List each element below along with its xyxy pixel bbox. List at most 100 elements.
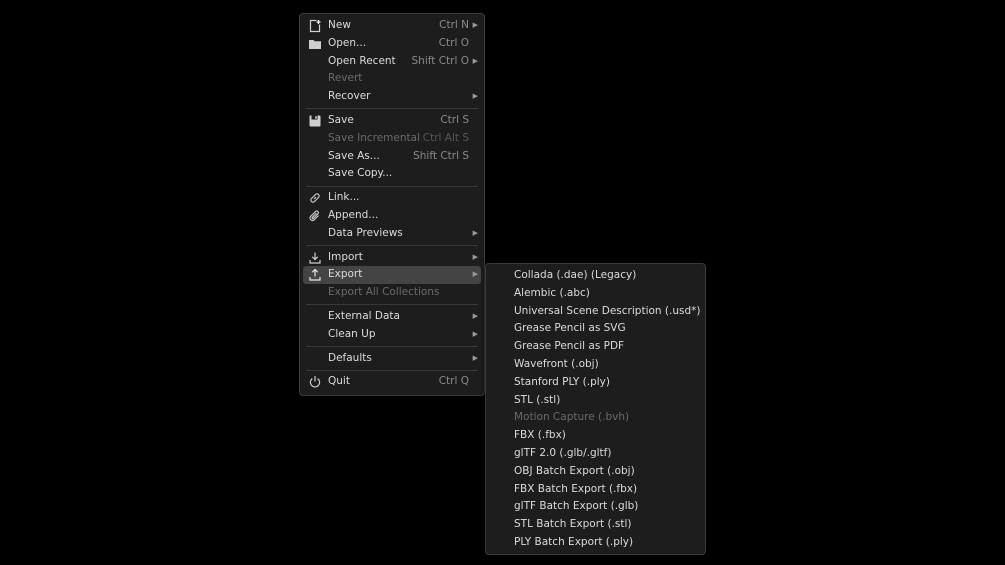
menu-item-label: FBX (.fbx) [514, 429, 566, 442]
menu-item-label: Export All Collections [328, 286, 440, 299]
export-item-stanford-ply-ply[interactable]: Stanford PLY (.ply) [489, 374, 702, 392]
menu-item-label: Stanford PLY (.ply) [514, 375, 610, 388]
submenu-arrow-icon: ▶ [472, 92, 478, 101]
export-item-alembic-abc[interactable]: Alembic (.abc) [489, 285, 702, 303]
export-item-gltf-2-0-glb-gltf[interactable]: glTF 2.0 (.glb/.gltf) [489, 445, 702, 463]
new-file-icon [308, 19, 322, 33]
submenu-arrow-icon: ▶ [472, 353, 478, 362]
menu-item-recover[interactable]: Recover ▶ [303, 88, 481, 106]
menu-item-export[interactable]: Export ▶ [303, 266, 481, 285]
menu-item-label: Import [328, 250, 363, 263]
menu-separator [306, 304, 478, 306]
menu-item-label: External Data [328, 309, 400, 322]
export-item-universal-scene-description-usd[interactable]: Universal Scene Description (.usd*) [489, 303, 702, 321]
menu-item-label: Export [328, 268, 363, 281]
menu-item-external-data[interactable]: External Data ▶ [303, 308, 481, 326]
menu-separator [306, 108, 478, 110]
menu-item-label: Link... [328, 191, 360, 204]
export-icon [308, 268, 322, 282]
menu-item-label: Save [328, 113, 354, 126]
export-item-stl-batch-export-stl[interactable]: STL Batch Export (.stl) [489, 516, 702, 534]
menu-item-new[interactable]: New Ctrl N ▶ [303, 17, 481, 35]
menu-item-save-copy[interactable]: Save Copy... [303, 165, 481, 183]
export-item-wavefront-obj[interactable]: Wavefront (.obj) [489, 356, 702, 374]
export-item-obj-batch-export-obj[interactable]: OBJ Batch Export (.obj) [489, 463, 702, 481]
paperclip-icon [308, 209, 322, 223]
menu-item-label: Grease Pencil as PDF [514, 340, 625, 353]
export-submenu: Collada (.dae) (Legacy) Alembic (.abc) Uni… [485, 263, 706, 555]
shortcut-label: Shift Ctrl O [411, 54, 470, 67]
menu-item-label: Wavefront (.obj) [514, 357, 599, 370]
shortcut-label: Ctrl S [440, 113, 469, 126]
menu-separator [306, 369, 478, 371]
submenu-arrow-icon: ▶ [472, 21, 478, 29]
menu-item-label: STL Batch Export (.stl) [514, 518, 632, 531]
export-item-collada-dae-legacy[interactable]: Collada (.dae) (Legacy) [489, 267, 702, 285]
export-item-gltf-batch-export-glb[interactable]: glTF Batch Export (.glb) [489, 498, 702, 516]
menu-item-label: Append... [328, 208, 379, 221]
menu-separator [306, 346, 478, 348]
menu-separator [306, 185, 478, 187]
menu-item-link[interactable]: Link... [303, 189, 481, 207]
menu-item-quit[interactable]: Quit Ctrl Q [303, 373, 481, 391]
menu-item-label: glTF 2.0 (.glb/.gltf) [514, 446, 612, 459]
menu-item-save[interactable]: Save Ctrl S [303, 112, 481, 130]
menu-item-label: New [328, 19, 351, 31]
menu-item-open-recent[interactable]: Open Recent Shift Ctrl O ▶ [303, 53, 481, 71]
menu-item-label: OBJ Batch Export (.obj) [514, 464, 635, 477]
export-item-grease-pencil-as-svg[interactable]: Grease Pencil as SVG [489, 320, 702, 338]
menu-item-label: glTF Batch Export (.glb) [514, 500, 639, 513]
submenu-arrow-icon: ▶ [472, 270, 478, 279]
menu-item-import[interactable]: Import ▶ [303, 249, 481, 267]
menu-item-label: Save Copy... [328, 167, 393, 180]
menu-item-label: Motion Capture (.bvh) [514, 411, 630, 424]
menu-item-label: Clean Up [328, 327, 376, 340]
export-item-grease-pencil-as-pdf[interactable]: Grease Pencil as PDF [489, 338, 702, 356]
menu-item-label: FBX Batch Export (.fbx) [514, 482, 638, 495]
menu-item-label: PLY Batch Export (.ply) [514, 535, 634, 548]
shortcut-label: Shift Ctrl S [413, 149, 469, 162]
menu-item-label: Open Recent [328, 54, 396, 67]
menu-separator [306, 245, 478, 247]
submenu-arrow-icon: ▶ [472, 228, 478, 237]
menu-item-label: Save Incremental [328, 131, 420, 144]
menu-item-save-incremental: Save Incremental Ctrl Alt S [303, 130, 481, 148]
save-icon [308, 114, 322, 128]
shortcut-label: Ctrl Q [438, 375, 469, 388]
shortcut-label: Ctrl Alt S [422, 131, 469, 144]
export-item-motion-capture-bvh: Motion Capture (.bvh) [489, 409, 702, 427]
shortcut-label: Ctrl N [439, 19, 469, 31]
menu-item-defaults[interactable]: Defaults ▶ [303, 350, 481, 368]
menu-item-export-all-collections: Export All Collections [303, 284, 481, 302]
menu-item-label: Quit [328, 375, 350, 388]
menu-item-data-previews[interactable]: Data Previews ▶ [303, 225, 481, 243]
export-item-stl-stl[interactable]: STL (.stl) [489, 392, 702, 410]
file-menu: New Ctrl N ▶ Open... Ctrl O Open Recent Shift … [299, 13, 485, 396]
menu-item-label: Open... [328, 36, 367, 49]
menu-item-label: Revert [328, 72, 363, 85]
export-item-ply-batch-export-ply[interactable]: PLY Batch Export (.ply) [489, 534, 702, 552]
menu-item-label: Save As... [328, 149, 380, 162]
menu-item-label: Alembic (.abc) [514, 286, 590, 299]
menu-item-label: Universal Scene Description (.usd*) [514, 304, 701, 317]
menu-item-append[interactable]: Append... [303, 207, 481, 225]
menu-item-label: Defaults [328, 351, 372, 364]
submenu-arrow-icon: ▶ [472, 329, 478, 338]
submenu-arrow-icon: ▶ [472, 56, 478, 65]
link-icon [308, 191, 322, 205]
power-icon [308, 375, 322, 389]
submenu-arrow-icon: ▶ [472, 311, 478, 320]
menu-item-label: STL (.stl) [514, 393, 561, 406]
export-item-fbx-fbx[interactable]: FBX (.fbx) [489, 427, 702, 445]
submenu-arrow-icon: ▶ [472, 252, 478, 261]
folder-icon [308, 37, 322, 51]
menu-item-label: Data Previews [328, 226, 403, 239]
menu-item-label: Collada (.dae) (Legacy) [514, 269, 637, 281]
export-item-fbx-batch-export-fbx[interactable]: FBX Batch Export (.fbx) [489, 481, 702, 499]
menu-item-label: Recover [328, 90, 371, 103]
import-icon [308, 251, 322, 265]
menu-item-label: Grease Pencil as SVG [514, 322, 626, 335]
menu-item-open[interactable]: Open... Ctrl O [303, 35, 481, 53]
menu-item-clean-up[interactable]: Clean Up ▶ [303, 326, 481, 344]
menu-item-save-as[interactable]: Save As... Shift Ctrl S [303, 148, 481, 166]
